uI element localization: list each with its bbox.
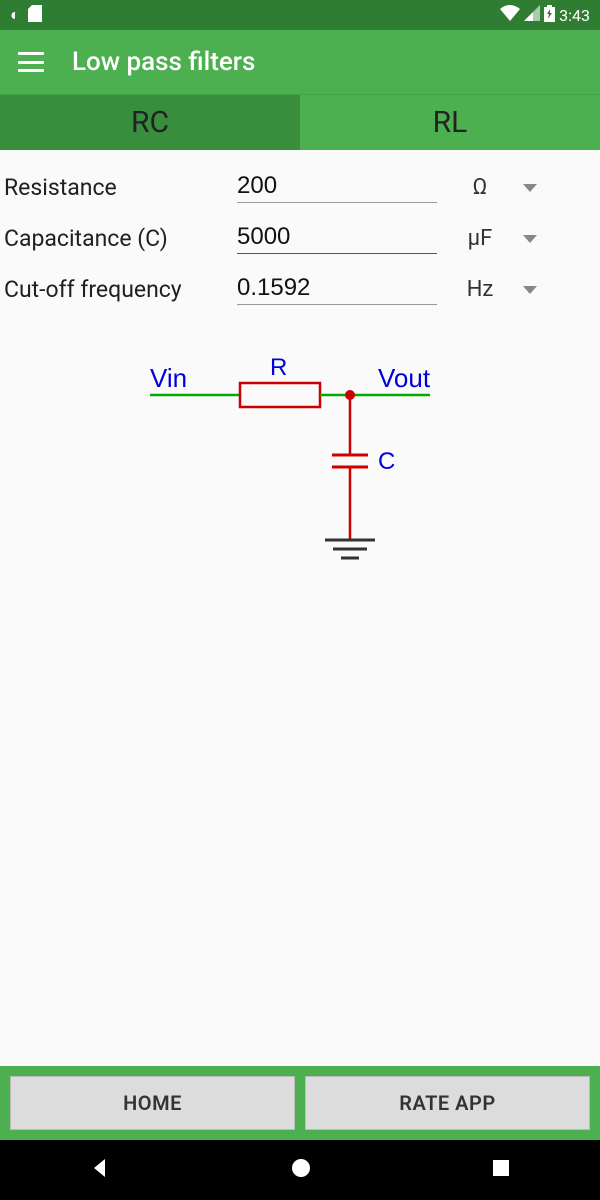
tab-rl[interactable]: RL: [300, 95, 600, 150]
app-bar: Low pass filters: [0, 30, 600, 95]
status-time: 3:43: [559, 6, 590, 25]
capacitance-unit[interactable]: µF: [445, 226, 515, 251]
cutoff-input[interactable]: [237, 274, 437, 302]
diagram-c-label: C: [378, 448, 395, 475]
resistance-input[interactable]: [237, 172, 437, 200]
battery-icon: [544, 5, 555, 26]
resistance-row: Resistance Ω: [0, 162, 600, 213]
cutoff-row: Cut-off frequency Hz: [0, 264, 600, 315]
circuit-diagram: Vin Vout R C: [0, 345, 600, 585]
status-bar: ◐ 3:43: [0, 0, 600, 30]
diagram-vout-label: Vout: [378, 363, 431, 393]
resistance-label: Resistance: [4, 174, 229, 201]
chevron-down-icon[interactable]: [523, 286, 537, 294]
content-area: Resistance Ω Capacitance (C) µF Cut-off …: [0, 150, 600, 1066]
diagram-vin-label: Vin: [150, 363, 187, 393]
cutoff-unit[interactable]: Hz: [445, 277, 515, 302]
chevron-down-icon[interactable]: [523, 235, 537, 243]
chevron-down-icon[interactable]: [523, 184, 537, 192]
wifi-icon: [500, 5, 520, 25]
rate-app-button[interactable]: RATE APP: [305, 1076, 590, 1130]
recent-icon[interactable]: [491, 1158, 511, 1182]
bottom-bar: HOME RATE APP: [0, 1066, 600, 1140]
page-title: Low pass filters: [72, 47, 255, 77]
capacitance-label: Capacitance (C): [4, 225, 229, 252]
diagram-r-label: R: [270, 354, 287, 381]
resistance-unit[interactable]: Ω: [445, 175, 515, 200]
menu-icon[interactable]: [18, 52, 44, 72]
circle-icon: ◐: [10, 5, 20, 25]
signal-icon: [524, 5, 540, 25]
home-icon[interactable]: [290, 1157, 312, 1183]
capacitance-input[interactable]: [237, 223, 437, 251]
back-icon[interactable]: [89, 1157, 111, 1183]
tab-bar: RC RL: [0, 95, 600, 150]
android-nav-bar: [0, 1140, 600, 1200]
home-button[interactable]: HOME: [10, 1076, 295, 1130]
sd-card-icon: [28, 5, 42, 26]
cutoff-label: Cut-off frequency: [4, 276, 229, 303]
tab-rc[interactable]: RC: [0, 95, 300, 150]
capacitance-row: Capacitance (C) µF: [0, 213, 600, 264]
